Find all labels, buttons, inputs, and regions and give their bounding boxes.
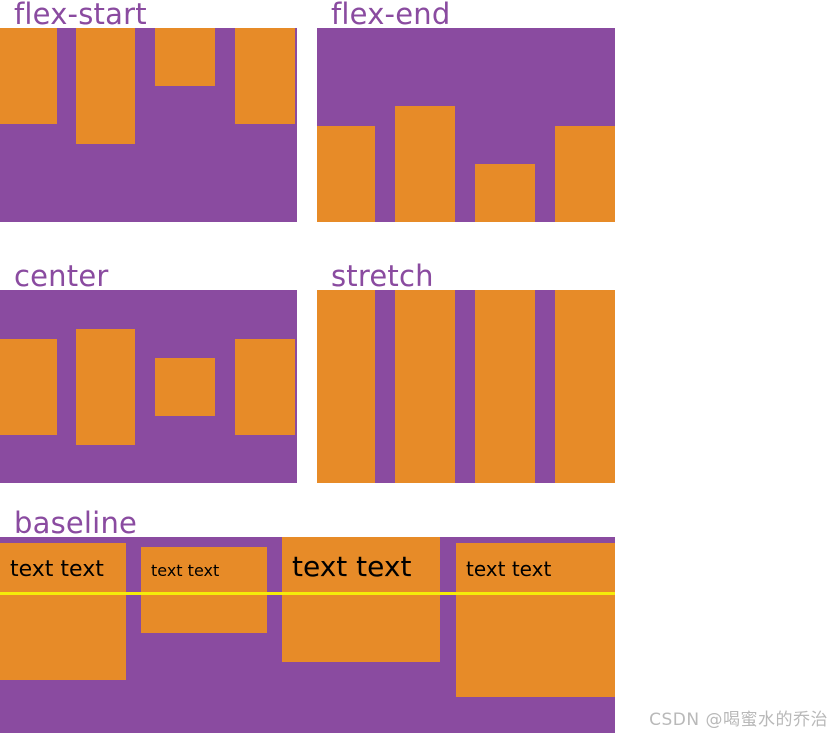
flex-item: [317, 126, 375, 222]
csdn-watermark: CSDN @喝蜜水的乔治: [649, 710, 828, 730]
flex-container-flex-start: [0, 28, 297, 222]
flex-item: [76, 328, 135, 445]
flex-item: [555, 126, 615, 222]
flex-item: [235, 338, 295, 435]
section-label-flex-start: flex-start: [14, 0, 147, 31]
flex-item: [235, 28, 295, 124]
flex-item: [475, 290, 535, 483]
flex-container-stretch: [317, 290, 615, 483]
flex-item: [317, 290, 375, 483]
baseline-guide-line: [0, 592, 615, 595]
section-label-center: center: [14, 259, 109, 293]
flex-item-text: text text: [141, 547, 267, 633]
section-label-baseline: baseline: [14, 506, 138, 540]
flex-container-baseline: text text text text text text text text: [0, 537, 615, 733]
flex-item-text: text text: [282, 537, 440, 662]
flex-container-flex-end: [317, 28, 615, 222]
flex-item: [0, 338, 57, 435]
flex-item: [155, 28, 215, 86]
align-items-demo-grid: flex-start flex-end center stretch basel…: [0, 0, 838, 742]
flex-item: [475, 164, 535, 222]
flex-item-text: text text: [456, 543, 615, 697]
flex-item: [155, 357, 215, 416]
flex-item: [395, 106, 455, 222]
flex-item: [76, 28, 135, 144]
flex-item: [395, 290, 455, 483]
section-label-flex-end: flex-end: [331, 0, 451, 31]
section-label-stretch: stretch: [331, 259, 434, 293]
flex-container-center: [0, 290, 297, 483]
flex-item-text: text text: [0, 543, 126, 680]
flex-item: [555, 290, 615, 483]
flex-item: [0, 28, 57, 124]
